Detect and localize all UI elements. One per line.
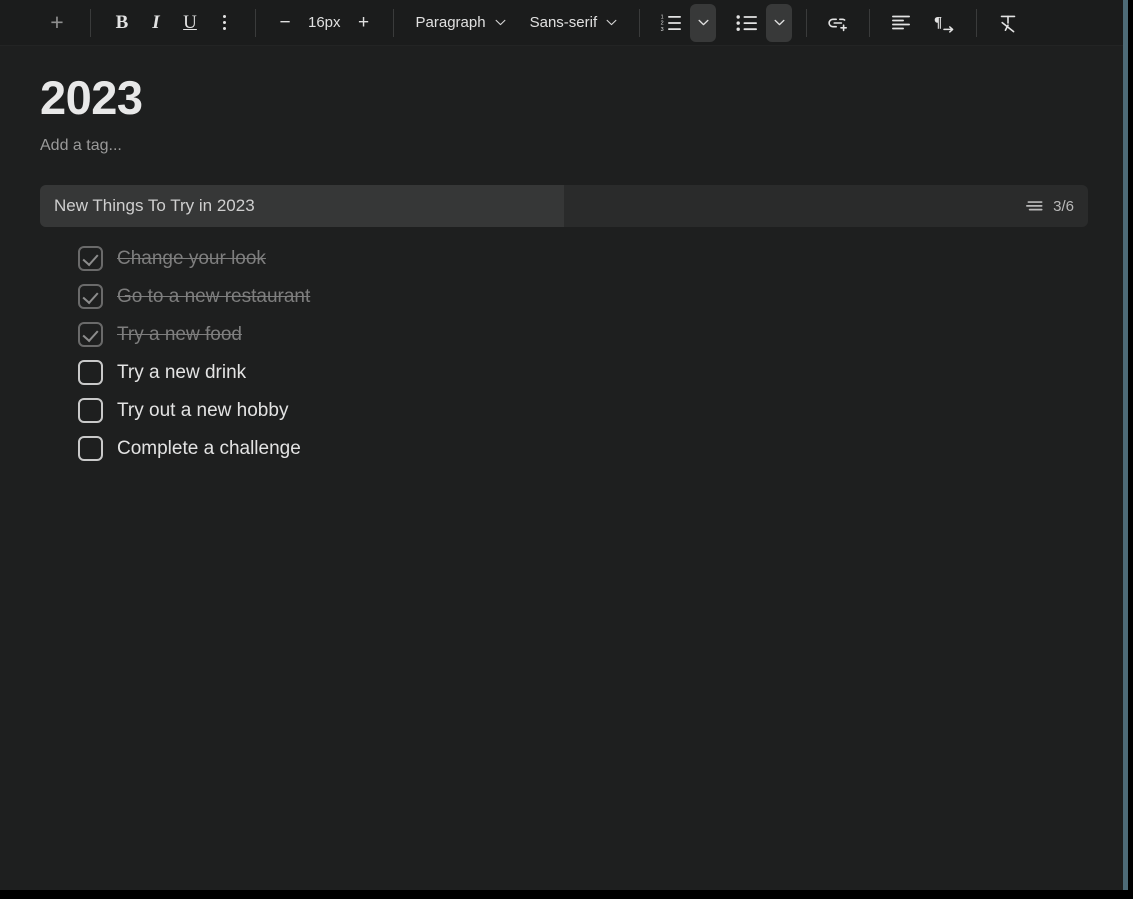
- right-edge-rail: [1123, 0, 1128, 890]
- checklist-counter: 3/6: [1053, 198, 1074, 215]
- editor-surface: + B I U − 16px + Paragraph: [0, 0, 1128, 890]
- font-size-stepper: − 16px +: [270, 7, 379, 39]
- align-left-icon[interactable]: [884, 6, 918, 40]
- checklist-item-label: Change your look: [117, 249, 266, 268]
- svg-text:¶: ¶: [934, 14, 942, 30]
- chevron-down-icon: [774, 19, 785, 26]
- underline-button[interactable]: U: [173, 6, 207, 40]
- toolbar-separator: [976, 9, 977, 37]
- document-body: 2023 Add a tag... New Things To Try in 2…: [0, 46, 1128, 467]
- toolbar-separator: [639, 9, 640, 37]
- paragraph-direction-icon[interactable]: ¶: [928, 6, 962, 40]
- numbered-list-options-button[interactable]: [690, 4, 716, 42]
- bullet-list-group: [730, 4, 792, 42]
- numbered-list-icon[interactable]: 1 2 3: [654, 6, 688, 40]
- link-add-icon[interactable]: [821, 6, 855, 40]
- chevron-down-icon: [495, 19, 506, 26]
- checklist-item[interactable]: Complete a challenge: [78, 429, 1088, 467]
- checklist-meta: 3/6: [1026, 185, 1074, 227]
- bottom-edge-strip: [0, 890, 1133, 899]
- checkbox-checked-icon[interactable]: [78, 322, 103, 347]
- clear-formatting-icon[interactable]: [991, 6, 1025, 40]
- font-family-value: Sans-serif: [530, 14, 598, 31]
- paragraph-style-value: Paragraph: [416, 14, 486, 31]
- checkbox-checked-icon[interactable]: [78, 284, 103, 309]
- bold-button[interactable]: B: [105, 6, 139, 40]
- toolbar-separator: [90, 9, 91, 37]
- bullet-list-icon[interactable]: [730, 6, 764, 40]
- note-title[interactable]: 2023: [40, 70, 1088, 125]
- formatting-toolbar: + B I U − 16px + Paragraph: [0, 0, 1128, 46]
- checklist-header[interactable]: New Things To Try in 2023 3/6: [40, 185, 1088, 227]
- checkbox-unchecked-icon[interactable]: [78, 360, 103, 385]
- checklist-item-label: Try a new food: [117, 325, 242, 344]
- chevron-down-icon: [606, 19, 617, 26]
- font-family-select[interactable]: Sans-serif: [522, 7, 626, 39]
- paragraph-style-select[interactable]: Paragraph: [408, 7, 514, 39]
- checklist-item-label: Try a new drink: [117, 363, 246, 382]
- checklist-item-label: Complete a challenge: [117, 439, 301, 458]
- checklist-item-label: Go to a new restaurant: [117, 287, 310, 306]
- bullet-list-options-button[interactable]: [766, 4, 792, 42]
- tag-input[interactable]: Add a tag...: [40, 137, 1088, 155]
- checklist-title: New Things To Try in 2023: [40, 196, 255, 216]
- add-block-button[interactable]: +: [38, 6, 76, 40]
- svg-text:2: 2: [661, 20, 664, 26]
- numbered-list-group: 1 2 3: [654, 4, 716, 42]
- checklist-item[interactable]: Try out a new hobby: [78, 391, 1088, 429]
- more-options-icon[interactable]: [207, 6, 241, 40]
- checklist-items: Change your look Go to a new restaurant …: [40, 239, 1088, 467]
- svg-text:3: 3: [661, 26, 664, 31]
- checklist-item[interactable]: Try a new food: [78, 315, 1088, 353]
- checklist-lines-icon: [1026, 200, 1044, 212]
- checklist-item[interactable]: Try a new drink: [78, 353, 1088, 391]
- note-editor-window: + B I U − 16px + Paragraph: [0, 0, 1133, 899]
- toolbar-separator: [869, 9, 870, 37]
- italic-button[interactable]: I: [139, 6, 173, 40]
- toolbar-separator: [255, 9, 256, 37]
- checkbox-unchecked-icon[interactable]: [78, 398, 103, 423]
- checklist-item[interactable]: Change your look: [78, 239, 1088, 277]
- toolbar-separator: [806, 9, 807, 37]
- chevron-down-icon: [698, 19, 709, 26]
- toolbar-separator: [393, 9, 394, 37]
- checkbox-unchecked-icon[interactable]: [78, 436, 103, 461]
- checklist-item[interactable]: Go to a new restaurant: [78, 277, 1088, 315]
- svg-text:1: 1: [661, 14, 664, 20]
- font-size-increase-button[interactable]: +: [349, 7, 379, 39]
- font-size-value[interactable]: 16px: [302, 14, 347, 31]
- checklist-item-label: Try out a new hobby: [117, 401, 288, 420]
- font-size-decrease-button[interactable]: −: [270, 7, 300, 39]
- checklist-block: New Things To Try in 2023 3/6: [40, 185, 1088, 467]
- checkbox-checked-icon[interactable]: [78, 246, 103, 271]
